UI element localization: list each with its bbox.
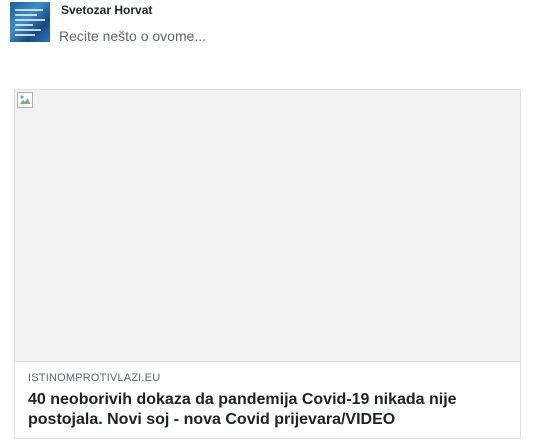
link-preview-body: ISTINOMPROTIVLAZI.EU 40 neoborivih dokaz…: [28, 372, 508, 430]
link-domain: ISTINOMPROTIVLAZI.EU: [28, 372, 161, 384]
link-title[interactable]: 40 neoborivih dokaza da pandemija Covid-…: [28, 390, 508, 430]
broken-image-icon: [17, 92, 33, 108]
composer-text-input[interactable]: [59, 24, 519, 48]
author-name[interactable]: Svetozar Horvat: [61, 3, 152, 17]
link-preview-image[interactable]: [15, 90, 520, 362]
post-composer: Svetozar Horvat: [0, 0, 535, 70]
avatar[interactable]: [10, 2, 50, 42]
link-preview-card[interactable]: ISTINOMPROTIVLAZI.EU 40 neoborivih dokaz…: [14, 89, 521, 439]
